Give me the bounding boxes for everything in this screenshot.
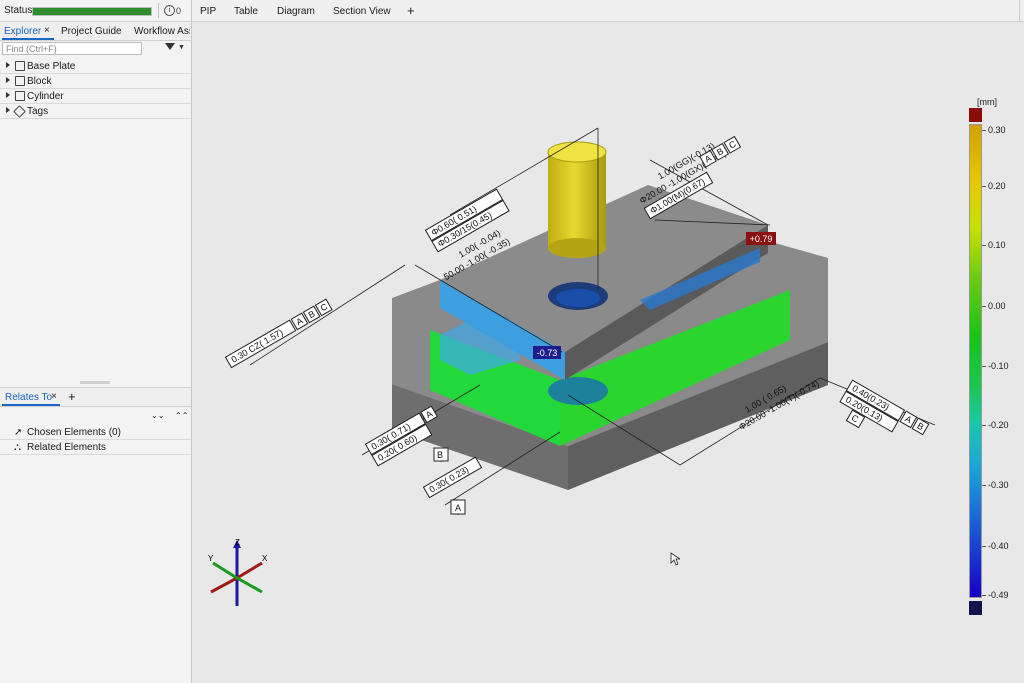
add-tab-icon[interactable]: + [68, 389, 76, 404]
divider [1019, 0, 1020, 21]
datum-ref: B [437, 450, 443, 460]
scale-tick-mark [982, 306, 986, 307]
status-separator [158, 3, 159, 18]
tab-table[interactable]: Table [234, 6, 258, 17]
axis-label-z: Z [235, 538, 240, 547]
info-count: 0 [176, 6, 182, 16]
scale-tick-label: 0.30 [988, 125, 1006, 135]
hierarchy-icon: ⛬ [14, 442, 21, 453]
color-scale-bar[interactable] [969, 124, 982, 598]
status-progress-bar [32, 7, 152, 16]
find-input[interactable] [2, 42, 142, 55]
scale-tick-label: -0.49 [988, 590, 1009, 600]
tree-item-label: Tags [27, 106, 49, 117]
scale-over-range-box [969, 108, 982, 122]
axis-triad[interactable]: Z X Y [208, 538, 268, 606]
scale-tick-mark [982, 245, 986, 246]
status-label: Status [4, 5, 33, 16]
3d-viewport[interactable]: +0.79 -0.73 Φ0.60( 0.51) Φ0.30/15(0.45) … [192, 22, 1024, 683]
status-bar: Status i 0 [0, 0, 191, 22]
tab-section-view[interactable]: Section View [333, 6, 391, 17]
scale-unit: [mm] [977, 97, 997, 107]
scale-tick-mark [982, 130, 986, 131]
explorer-tab-strip: Explorer × Project Guide Workflow Ass [0, 22, 191, 41]
tab-diagram[interactable]: Diagram [277, 6, 315, 17]
list-item-label: Chosen Elements (0) [27, 427, 121, 438]
expand-arrow-icon[interactable] [6, 107, 10, 113]
add-view-icon[interactable]: + [407, 3, 415, 18]
filter-icon[interactable] [165, 43, 175, 50]
tab-workflow-assistant[interactable]: Workflow Ass [134, 26, 190, 37]
scale-tick-mark [982, 366, 986, 367]
close-icon[interactable]: × [51, 391, 57, 402]
callout-left-fcf-text: 0.30 CZ( 1.57) [229, 327, 284, 365]
scale-tick-mark [982, 186, 986, 187]
tree-item-label: Base Plate [27, 61, 76, 72]
active-tab-indicator [2, 404, 60, 406]
view-tab-strip: PIP Table Diagram Section View + [192, 0, 1024, 22]
scale-tick-label: 0.00 [988, 301, 1006, 311]
status-progress-fill [33, 8, 151, 15]
scale-tick-mark [982, 595, 986, 596]
tree-item-tags[interactable]: Tags [0, 104, 191, 119]
tree-item-cylinder[interactable]: Cylinder [0, 89, 191, 104]
relates-tab-strip: Relates To × + [0, 387, 191, 407]
list-item-chosen-elements[interactable]: ➚ Chosen Elements (0) [0, 425, 191, 440]
close-icon[interactable]: × [44, 25, 50, 36]
panel-splitter-handle[interactable] [80, 381, 110, 384]
scale-tick-label: -0.30 [988, 480, 1009, 490]
tree-item-label: Block [27, 76, 52, 87]
callout-flatness[interactable]: 0.30( 0.23) [422, 456, 483, 499]
scale-tick-mark [982, 546, 986, 547]
callout-left-fcf[interactable]: 0.30 CZ( 1.57) A B C [224, 298, 333, 369]
deviation-value-blue: -0.73 [537, 348, 558, 358]
cylinder[interactable] [547, 141, 607, 258]
scale-tick-label: -0.20 [988, 420, 1009, 430]
expand-arrow-icon[interactable] [6, 92, 10, 98]
list-item-related-elements[interactable]: ⛬ Related Elements [0, 440, 191, 455]
element-icon [15, 76, 25, 86]
expand-arrow-icon[interactable] [6, 62, 10, 68]
mouse-cursor-icon [670, 552, 680, 566]
chevron-down-icon[interactable]: ▼ [178, 44, 185, 51]
tree-item-label: Cylinder [27, 91, 64, 102]
tab-explorer[interactable]: Explorer [4, 26, 41, 37]
axis-label-x: X [262, 554, 268, 563]
expand-all-icon[interactable]: ⌄⌄ [151, 411, 164, 420]
callout-flatness-text: 0.30( 0.23) [427, 464, 470, 494]
element-icon [15, 61, 25, 71]
active-tab-indicator [2, 38, 54, 40]
tab-project-guide[interactable]: Project Guide [61, 26, 122, 37]
tag-icon [13, 105, 26, 118]
expand-arrow-icon[interactable] [6, 77, 10, 83]
scale-under-range-box [969, 601, 982, 615]
datum-ref: A [455, 503, 461, 513]
axis-label-y: Y [208, 554, 214, 563]
tree-item-block[interactable]: Block [0, 74, 191, 89]
tab-relates-to[interactable]: Relates To [5, 392, 52, 403]
cursor-icon: ➚ [14, 427, 23, 438]
part-scene[interactable]: +0.79 -0.73 Φ0.60( 0.51) Φ0.30/15(0.45) … [192, 22, 1024, 683]
scale-tick-mark [982, 425, 986, 426]
scale-tick-label: 0.10 [988, 240, 1006, 250]
element-icon [15, 91, 25, 101]
left-panel: Status i 0 Explorer × Project Guide Work… [0, 0, 192, 683]
list-item-label: Related Elements [27, 442, 106, 453]
tree-item-base-plate[interactable]: Base Plate [0, 59, 191, 74]
scale-tick-label: 0.20 [988, 181, 1006, 191]
collapse-all-icon[interactable]: ⌃⌃ [175, 411, 188, 420]
info-icon[interactable]: i [164, 5, 175, 16]
scale-tick-mark [982, 485, 986, 486]
scale-tick-label: -0.40 [988, 541, 1009, 551]
scale-tick-label: -0.10 [988, 361, 1009, 371]
deviation-value-red: +0.79 [750, 234, 773, 244]
tab-pip[interactable]: PIP [200, 6, 216, 17]
